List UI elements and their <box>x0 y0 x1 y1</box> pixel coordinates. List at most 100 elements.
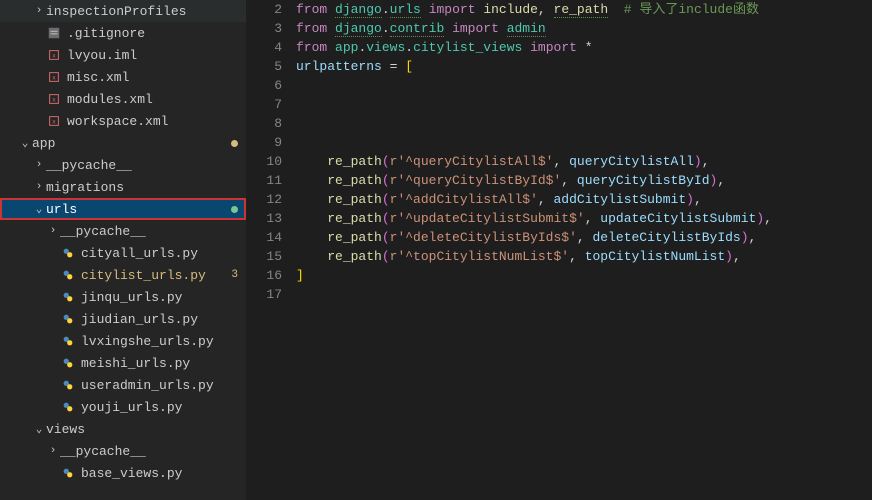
code-line[interactable]: re_path(r'^updateCitylistSubmit$', updat… <box>296 209 872 228</box>
line-number: 13 <box>246 209 282 228</box>
code-line[interactable] <box>296 76 872 95</box>
line-number: 3 <box>246 19 282 38</box>
python-icon <box>60 399 76 415</box>
tree-item--gitignore[interactable]: .gitignore <box>0 22 246 44</box>
tree-item-label: misc.xml <box>67 70 238 85</box>
tree-item-lvyou-iml[interactable]: xlvyou.iml <box>0 44 246 66</box>
python-icon <box>60 289 76 305</box>
tree-item-label: __pycache__ <box>60 224 238 239</box>
tree-item-migrations[interactable]: ›migrations <box>0 176 246 198</box>
line-number: 7 <box>246 95 282 114</box>
tree-item-label: inspectionProfiles <box>46 4 238 19</box>
tree-item-cityall-urls-py[interactable]: cityall_urls.py <box>0 242 246 264</box>
line-number: 14 <box>246 228 282 247</box>
tree-item-label: meishi_urls.py <box>81 356 238 371</box>
tree-item-modules-xml[interactable]: x modules.xml <box>0 88 246 110</box>
chevron-right-icon[interactable]: › <box>46 224 60 238</box>
tree-item-jinqu-urls-py[interactable]: jinqu_urls.py <box>0 286 246 308</box>
code-line[interactable]: from django.contrib import admin <box>296 19 872 38</box>
tree-item-label: modules.xml <box>67 92 238 107</box>
tree-item--pycache-[interactable]: ›__pycache__ <box>0 220 246 242</box>
tree-item-label: workspace.xml <box>67 114 238 129</box>
python-icon <box>60 377 76 393</box>
chevron-spacer <box>46 378 60 392</box>
code-line[interactable]: re_path(r'^deleteCitylistByIds$', delete… <box>296 228 872 247</box>
tree-item-jiudian-urls-py[interactable]: jiudian_urls.py <box>0 308 246 330</box>
code-line[interactable]: from app.views.citylist_views import * <box>296 38 872 57</box>
chevron-down-icon[interactable]: ⌄ <box>18 136 32 150</box>
chevron-right-icon[interactable]: › <box>46 444 60 458</box>
tree-item-urls[interactable]: ⌄urls <box>0 198 246 220</box>
line-number: 8 <box>246 114 282 133</box>
code-line[interactable]: re_path(r'^queryCitylistById$', queryCit… <box>296 171 872 190</box>
tree-item-inspectionprofiles[interactable]: ›inspectionProfiles <box>0 0 246 22</box>
chevron-right-icon[interactable]: › <box>32 4 46 18</box>
code-line[interactable]: re_path(r'^addCitylistAll$', addCitylist… <box>296 190 872 209</box>
chevron-spacer <box>32 92 46 106</box>
code-line[interactable] <box>296 285 872 304</box>
svg-text:x: x <box>52 75 56 82</box>
tree-item-label: jinqu_urls.py <box>81 290 238 305</box>
code-line[interactable]: re_path(r'^queryCitylistAll$', queryCity… <box>296 152 872 171</box>
tree-item-label: migrations <box>46 180 238 195</box>
line-number: 6 <box>246 76 282 95</box>
xml-icon: x <box>46 69 62 85</box>
code-line[interactable]: ] <box>296 266 872 285</box>
file-explorer[interactable]: ›inspectionProfiles.gitignorexlvyou.imlx… <box>0 0 246 500</box>
tree-item-app[interactable]: ⌄app <box>0 132 246 154</box>
line-number: 11 <box>246 171 282 190</box>
modified-badge: 3 <box>231 269 238 281</box>
gitignore-icon <box>46 25 62 41</box>
tree-item-views[interactable]: ⌄views <box>0 418 246 440</box>
chevron-spacer <box>46 400 60 414</box>
chevron-spacer <box>46 312 60 326</box>
tree-item-label: useradmin_urls.py <box>81 378 238 393</box>
tree-item--pycache-[interactable]: ›__pycache__ <box>0 154 246 176</box>
line-number: 10 <box>246 152 282 171</box>
chevron-spacer <box>46 356 60 370</box>
chevron-down-icon[interactable]: ⌄ <box>32 422 46 436</box>
tree-item-label: lvyou.iml <box>67 48 238 63</box>
chevron-spacer <box>46 268 60 282</box>
tree-item-lvxingshe-urls-py[interactable]: lvxingshe_urls.py <box>0 330 246 352</box>
tree-item-label: citylist_urls.py <box>81 268 227 283</box>
svg-text:x: x <box>52 119 56 126</box>
editor: 234567891011121314151617 from django.url… <box>246 0 872 500</box>
code-line[interactable] <box>296 114 872 133</box>
python-icon <box>60 267 76 283</box>
line-number: 4 <box>246 38 282 57</box>
tree-item-youji-urls-py[interactable]: youji_urls.py <box>0 396 246 418</box>
chevron-right-icon[interactable]: › <box>32 158 46 172</box>
code-line[interactable] <box>296 133 872 152</box>
tree-item-misc-xml[interactable]: x misc.xml <box>0 66 246 88</box>
code-line[interactable]: urlpatterns = [ <box>296 57 872 76</box>
python-icon <box>60 245 76 261</box>
svg-text:x: x <box>52 97 56 104</box>
tree-item-useradmin-urls-py[interactable]: useradmin_urls.py <box>0 374 246 396</box>
tree-item-meishi-urls-py[interactable]: meishi_urls.py <box>0 352 246 374</box>
code-line[interactable]: from django.urls import include, re_path… <box>296 0 872 19</box>
tree-item-label: jiudian_urls.py <box>81 312 238 327</box>
xml-icon: x <box>46 113 62 129</box>
line-gutter: 234567891011121314151617 <box>246 0 296 500</box>
chevron-spacer <box>32 26 46 40</box>
tree-item-citylist-urls-py[interactable]: citylist_urls.py 3 <box>0 264 246 286</box>
line-number: 16 <box>246 266 282 285</box>
chevron-spacer <box>46 466 60 480</box>
status-dot <box>231 140 238 147</box>
tree-item-label: __pycache__ <box>60 444 238 459</box>
chevron-down-icon[interactable]: ⌄ <box>32 202 46 216</box>
tree-item-label: base_views.py <box>81 466 238 481</box>
tree-item-workspace-xml[interactable]: x workspace.xml <box>0 110 246 132</box>
tree-item--pycache-[interactable]: ›__pycache__ <box>0 440 246 462</box>
tree-item-label: urls <box>46 202 227 217</box>
tree-item-label: __pycache__ <box>46 158 238 173</box>
code-line[interactable]: re_path(r'^topCitylistNumList$', topCity… <box>296 247 872 266</box>
chevron-spacer <box>32 70 46 84</box>
code-line[interactable] <box>296 95 872 114</box>
chevron-right-icon[interactable]: › <box>32 180 46 194</box>
code-content[interactable]: from django.urls import include, re_path… <box>296 0 872 500</box>
tree-item-base-views-py[interactable]: base_views.py <box>0 462 246 484</box>
line-number: 9 <box>246 133 282 152</box>
tree-item-label: app <box>32 136 227 151</box>
